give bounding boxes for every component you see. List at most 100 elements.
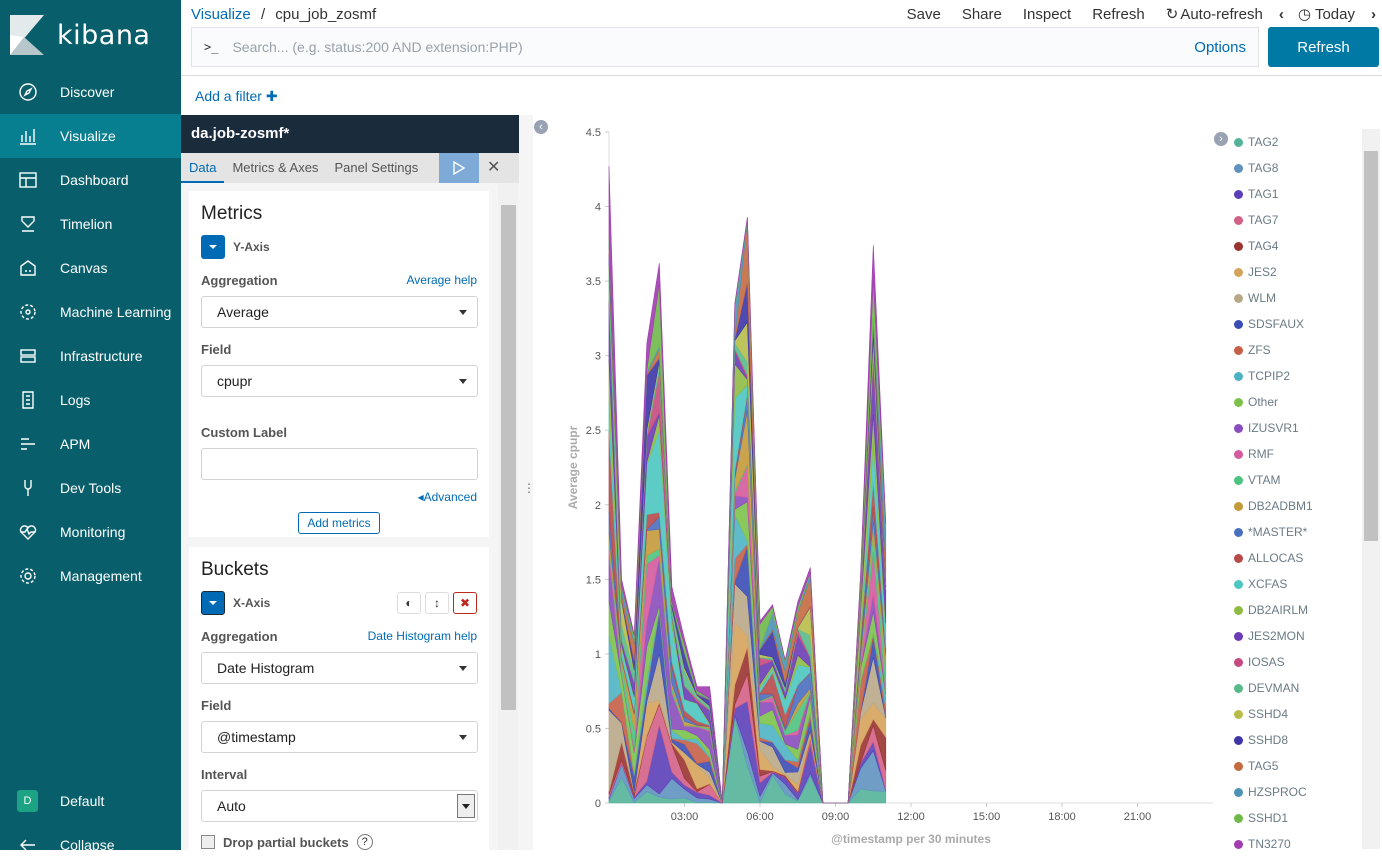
legend-item[interactable]: TAG1 bbox=[1234, 181, 1359, 207]
y-tick-label: 4.5 bbox=[586, 127, 601, 139]
legend-item[interactable]: JES2 bbox=[1234, 259, 1359, 285]
chevron-down-icon[interactable] bbox=[201, 235, 225, 259]
custom-label-input[interactable] bbox=[201, 448, 478, 480]
remove-icon[interactable]: ✖ bbox=[453, 592, 477, 614]
kibana-logo-icon bbox=[10, 15, 44, 55]
legend-item[interactable]: *MASTER* bbox=[1234, 519, 1359, 545]
refresh-button[interactable]: Refresh bbox=[1268, 27, 1379, 67]
inspect-button[interactable]: Inspect bbox=[1023, 6, 1071, 23]
nav-item-infrastructure[interactable]: Infrastructure bbox=[0, 334, 181, 378]
save-button[interactable]: Save bbox=[907, 6, 941, 23]
aggregation-help-link[interactable]: Average help bbox=[407, 273, 478, 288]
legend-item[interactable]: DEVMAN bbox=[1234, 675, 1359, 701]
nav-item-canvas[interactable]: Canvas bbox=[0, 246, 181, 290]
advanced-toggle[interactable]: ◂Advanced bbox=[201, 490, 477, 504]
legend-color-dot bbox=[1234, 475, 1243, 485]
reorder-icon[interactable]: ↕ bbox=[425, 592, 449, 614]
legend-item[interactable]: TAG5 bbox=[1234, 753, 1359, 779]
nav-item-logs[interactable]: Logs bbox=[0, 378, 181, 422]
legend-item[interactable]: SSHD4 bbox=[1234, 701, 1359, 727]
nav-item-machine-learning[interactable]: Machine Learning bbox=[0, 290, 181, 334]
legend-item[interactable]: JES2MON bbox=[1234, 623, 1359, 649]
share-button[interactable]: Share bbox=[962, 6, 1002, 23]
legend-item[interactable]: XCFAS bbox=[1234, 571, 1359, 597]
kibana-logo[interactable]: kibana bbox=[0, 0, 181, 70]
close-icon[interactable]: ✕ bbox=[487, 160, 503, 176]
aggregation-select[interactable]: Average bbox=[201, 296, 478, 328]
nav-item-monitoring[interactable]: Monitoring bbox=[0, 510, 181, 554]
collapse-button[interactable]: Collapse bbox=[0, 823, 181, 867]
legend-label: Other bbox=[1248, 395, 1279, 409]
top-refresh-button[interactable]: Refresh bbox=[1092, 6, 1145, 23]
interval-select[interactable]: Auto bbox=[201, 790, 478, 822]
legend-item[interactable]: HZSPROC bbox=[1234, 779, 1359, 805]
bucket-field-select[interactable]: @timestamp bbox=[201, 721, 478, 753]
legend-item[interactable]: TAG7 bbox=[1234, 207, 1359, 233]
area-series-group bbox=[608, 166, 887, 805]
date-histogram-help-link[interactable]: Date Histogram help bbox=[368, 629, 477, 644]
legend-toggle-icon[interactable]: › bbox=[1214, 132, 1228, 146]
nav-item-timelion[interactable]: Timelion bbox=[0, 202, 181, 246]
legend-item[interactable]: VTAM bbox=[1234, 467, 1359, 493]
legend-label: SSHD4 bbox=[1248, 707, 1289, 721]
legend-item[interactable]: IZUSVR1 bbox=[1234, 415, 1359, 441]
nav-item-visualize[interactable]: Visualize bbox=[0, 114, 181, 158]
tab-panel-settings[interactable]: Panel Settings bbox=[326, 153, 426, 183]
sidebar-resize-handle[interactable]: ⋮ bbox=[519, 115, 535, 850]
legend-item[interactable]: ALLOCAS bbox=[1234, 545, 1359, 571]
area-chart[interactable]: 0 0.5 1 1.5 2 2.5 3 3.5 4 4.5 03:00 06:00 09:00 12:00… bbox=[533, 115, 1233, 850]
legend-item[interactable]: TN3270 bbox=[1234, 831, 1359, 857]
query-options-button[interactable]: Options bbox=[1194, 39, 1246, 56]
x-axis-agg-header[interactable]: X-Axis ◐ ↕ ✖ bbox=[201, 591, 477, 615]
side-nav: kibana Discover Visualize Dashboard Timelio… bbox=[0, 0, 181, 853]
time-picker-button[interactable]: ◷ Today bbox=[1298, 5, 1355, 24]
collapse-sidebar-icon[interactable]: ‹ bbox=[534, 120, 548, 134]
time-next-button[interactable]: › bbox=[1371, 6, 1376, 23]
nav-item-apm[interactable]: APM bbox=[0, 422, 181, 466]
drop-partial-checkbox[interactable] bbox=[201, 835, 215, 849]
legend-item[interactable]: RMF bbox=[1234, 441, 1359, 467]
apply-changes-button[interactable] bbox=[439, 153, 479, 183]
auto-refresh-label: Auto-refresh bbox=[1180, 5, 1263, 23]
nav-item-management[interactable]: Management bbox=[0, 554, 181, 598]
legend-item[interactable]: SDSFAUX bbox=[1234, 311, 1359, 337]
nav-item-dev-tools[interactable]: Dev Tools bbox=[0, 466, 181, 510]
add-metrics-button[interactable]: Add metrics bbox=[298, 512, 380, 534]
nav-item-discover[interactable]: Discover bbox=[0, 70, 181, 114]
tab-data[interactable]: Data bbox=[181, 153, 225, 183]
bucket-aggregation-select[interactable]: Date Histogram bbox=[201, 652, 478, 684]
y-axis-agg-header[interactable]: Y-Axis bbox=[201, 235, 477, 259]
add-filter-button[interactable]: Add a filter ✚ bbox=[195, 88, 278, 105]
visualize-icon bbox=[18, 126, 38, 146]
legend-item[interactable]: SSHD1 bbox=[1234, 805, 1359, 831]
legend-item[interactable]: SSHD8 bbox=[1234, 727, 1359, 753]
space-selector[interactable]: D Default bbox=[0, 779, 181, 823]
tab-metrics-axes[interactable]: Metrics & Axes bbox=[224, 153, 326, 183]
legend-scrollbar-thumb[interactable] bbox=[1364, 151, 1378, 541]
legend-item[interactable]: IOSAS bbox=[1234, 649, 1359, 675]
legend-item[interactable]: TAG8 bbox=[1234, 155, 1359, 181]
legend-item[interactable]: TCPIP2 bbox=[1234, 363, 1359, 389]
editor-scrollbar-thumb[interactable] bbox=[501, 205, 516, 710]
field-select[interactable]: cpupr bbox=[201, 365, 478, 397]
legend-item[interactable]: TAG4 bbox=[1234, 233, 1359, 259]
time-prev-button[interactable]: ‹ bbox=[1279, 6, 1284, 23]
search-input[interactable] bbox=[232, 39, 1133, 55]
legend-color-dot bbox=[1234, 293, 1243, 303]
breadcrumb-visualize-link[interactable]: Visualize bbox=[191, 6, 251, 23]
help-icon[interactable]: ? bbox=[356, 834, 373, 850]
query-bar: >_ Options Refresh bbox=[191, 27, 1381, 67]
caret-down-icon bbox=[459, 735, 467, 740]
auto-refresh-button[interactable]: ↻ Auto-refresh bbox=[1166, 5, 1263, 24]
chevron-down-icon[interactable] bbox=[201, 591, 225, 615]
legend-item[interactable]: ZFS bbox=[1234, 337, 1359, 363]
legend-item[interactable]: TAG2 bbox=[1234, 129, 1359, 155]
toggle-icon[interactable]: ◐ bbox=[397, 592, 421, 614]
legend-item[interactable]: Other bbox=[1234, 389, 1359, 415]
logs-icon bbox=[18, 390, 38, 410]
legend-item[interactable]: DB2AIRLM bbox=[1234, 597, 1359, 623]
legend-item[interactable]: WLM bbox=[1234, 285, 1359, 311]
legend-item[interactable]: DB2ADBM1 bbox=[1234, 493, 1359, 519]
nav-item-dashboard[interactable]: Dashboard bbox=[0, 158, 181, 202]
legend-label: WLM bbox=[1248, 291, 1276, 305]
